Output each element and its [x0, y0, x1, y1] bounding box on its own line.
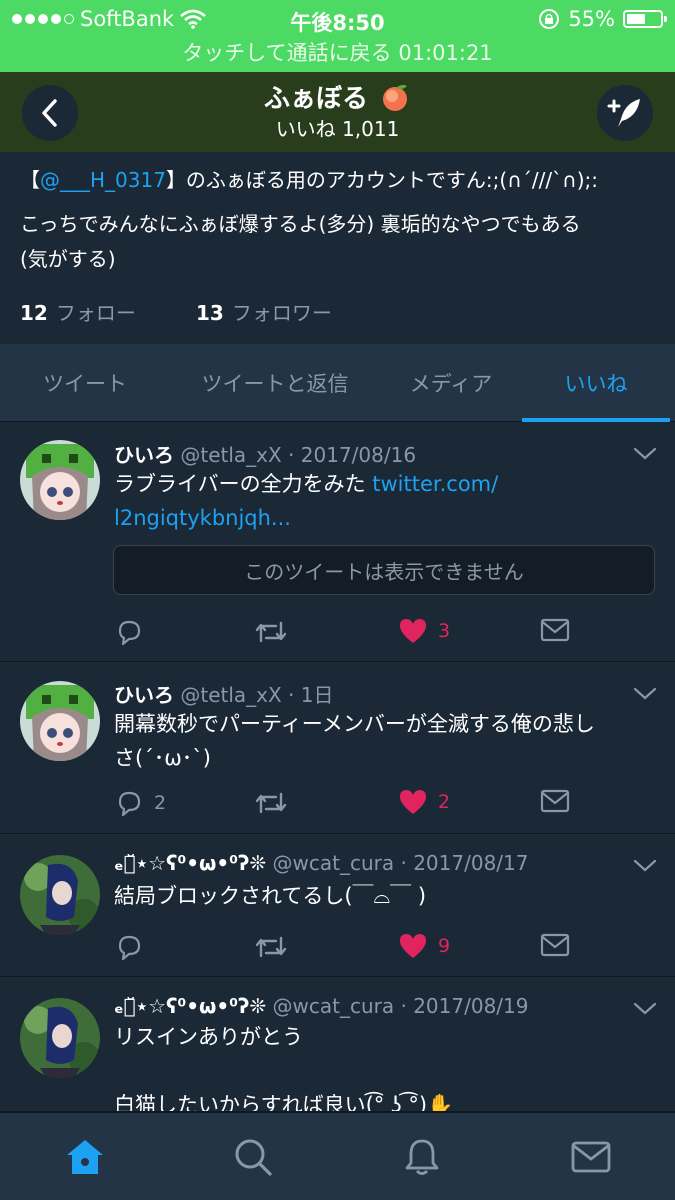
envelope-icon: [540, 788, 570, 814]
unavailable-quote: このツイートは表示できません: [113, 545, 655, 595]
tweet-actions: 9: [114, 932, 584, 962]
tweet-item[interactable]: ひいろ @tetla_xX · 1日 開幕数秒でパーティーメンバーが全滅する俺の…: [0, 663, 675, 834]
tab-home[interactable]: [63, 1135, 107, 1179]
retweet-icon: [254, 788, 288, 818]
retweet-button[interactable]: [254, 788, 288, 818]
author-name[interactable]: ひいろ: [114, 683, 174, 707]
author-name[interactable]: ₑゅ̆⋆☆ʕ⁰•ω•⁰ʔ❊: [114, 851, 266, 875]
envelope-icon: [571, 1141, 611, 1173]
status-bar: SoftBank 午後8:50 55%: [0, 0, 675, 38]
author-name[interactable]: ひいろ: [114, 443, 174, 467]
profile-title: ふぁぼる: [0, 78, 675, 115]
profile-header: ふぁぼる いいね 1,011: [0, 72, 675, 152]
battery-percent: 55%: [568, 7, 615, 31]
peach-emoji-icon: [383, 84, 408, 111]
dm-button[interactable]: [540, 617, 570, 643]
following-stat[interactable]: 12 フォロー: [20, 297, 136, 326]
like-count: 3: [438, 620, 451, 642]
battery-icon: [623, 10, 667, 28]
heart-icon: [398, 617, 428, 645]
like-count: 9: [438, 935, 451, 957]
reply-count: 2: [154, 792, 167, 814]
author-handle-date: @wcat_cura · 2017/08/17: [272, 851, 529, 875]
retweet-button[interactable]: [254, 617, 288, 647]
tab-search[interactable]: [231, 1135, 275, 1179]
tab-tweets-and-replies[interactable]: ツイートと返信: [170, 344, 380, 422]
author-handle-date: @tetla_xX · 2017/08/16: [180, 443, 417, 467]
reply-button[interactable]: [114, 617, 144, 647]
dm-button[interactable]: [540, 788, 570, 814]
reply-icon: [114, 932, 144, 962]
author-handle-date: @tetla_xX · 1日: [180, 683, 334, 707]
avatar[interactable]: [20, 855, 100, 935]
retweet-icon: [254, 617, 288, 647]
chevron-down-icon[interactable]: [633, 447, 657, 461]
retweet-icon: [254, 932, 288, 962]
tweet-actions: 3: [114, 617, 584, 647]
envelope-icon: [540, 617, 570, 643]
reply-icon: [114, 617, 144, 647]
like-button[interactable]: 2: [398, 788, 450, 816]
chevron-down-icon[interactable]: [633, 859, 657, 873]
like-button[interactable]: 3: [398, 617, 450, 645]
bell-icon: [405, 1139, 439, 1175]
profile-name: ふぁぼる: [263, 84, 368, 114]
compose-feather-icon: [607, 99, 640, 127]
chevron-down-icon[interactable]: [633, 687, 657, 701]
dm-button[interactable]: [540, 932, 570, 958]
retweet-button[interactable]: [254, 932, 288, 962]
bio-line-1: 【@___H_0317】のふぁぼる用のアカウントですん:;(∩´///`∩);:: [20, 168, 598, 192]
like-button[interactable]: 9: [398, 932, 450, 960]
bottom-tab-bar: [0, 1112, 675, 1200]
tab-media[interactable]: メディア: [380, 344, 522, 422]
followers-stat[interactable]: 13 フォロワー: [196, 297, 332, 326]
tweet-text: リスインありがとう 白猫したいからすれば良い(͡° ͜ʖ ͡°)✋: [114, 1025, 454, 1112]
tweet-link-cont[interactable]: l2ngiqtykbnjqh...: [114, 506, 291, 530]
tab-notifications[interactable]: [400, 1135, 444, 1179]
tweet-link[interactable]: twitter.com/: [372, 472, 498, 496]
tab-likes[interactable]: いいね: [522, 344, 670, 422]
tweet-text: 開幕数秒でパーティーメンバーが全滅する俺の悲し さ(´･ω･`): [114, 712, 595, 770]
reply-button[interactable]: [114, 932, 144, 962]
tweet-actions: 2 2: [114, 788, 584, 818]
chevron-down-icon[interactable]: [633, 1002, 657, 1016]
search-icon: [235, 1139, 272, 1176]
tweet-text: ラブライバーの全力をみた twitter.com/l2ngiqtykbnjqh.…: [114, 472, 499, 530]
tweet-item[interactable]: ひいろ @tetla_xX · 2017/08/16 ラブライバーの全力をみた …: [0, 423, 675, 662]
compose-button[interactable]: [597, 85, 653, 141]
bio-mention-link[interactable]: @___H_0317: [40, 168, 166, 192]
orientation-lock-icon: [539, 9, 560, 29]
author-name[interactable]: ₑゅ̆⋆☆ʕ⁰•ω•⁰ʔ❊: [114, 994, 266, 1018]
reply-button[interactable]: 2: [114, 788, 166, 818]
avatar[interactable]: [20, 440, 100, 520]
likes-count-subtitle: いいね 1,011: [275, 117, 400, 141]
tab-tweets[interactable]: ツイート: [0, 344, 170, 422]
tab-messages[interactable]: [569, 1135, 613, 1179]
bio-line-2: こっちでみんなにふぁぼ爆するよ(多分) 裏垢的なやつでもある: [20, 212, 581, 236]
heart-icon: [398, 788, 428, 816]
author-handle-date: @wcat_cura · 2017/08/19: [272, 994, 529, 1018]
avatar[interactable]: [20, 681, 100, 761]
bio-line-3: (気がする): [20, 247, 116, 271]
heart-icon: [398, 932, 428, 960]
like-count: 2: [438, 791, 451, 813]
home-icon: [67, 1140, 103, 1174]
tweet-item[interactable]: ₑゅ̆⋆☆ʕ⁰•ω•⁰ʔ❊ @wcat_cura · 2017/08/19 リス…: [0, 978, 675, 1112]
envelope-icon: [540, 932, 570, 958]
return-to-call-bar[interactable]: タッチして通話に戻る 01:01:21: [0, 38, 675, 72]
reply-icon: [114, 788, 144, 818]
tweet-text: 結局ブロックされてるし(￣⌓￣ ): [114, 884, 427, 908]
avatar[interactable]: [20, 998, 100, 1078]
profile-tabs: ツイート ツイートと返信 メディア いいね: [0, 344, 675, 422]
tweet-item[interactable]: ₑゅ̆⋆☆ʕ⁰•ω•⁰ʔ❊ @wcat_cura · 2017/08/17 結局…: [0, 835, 675, 977]
